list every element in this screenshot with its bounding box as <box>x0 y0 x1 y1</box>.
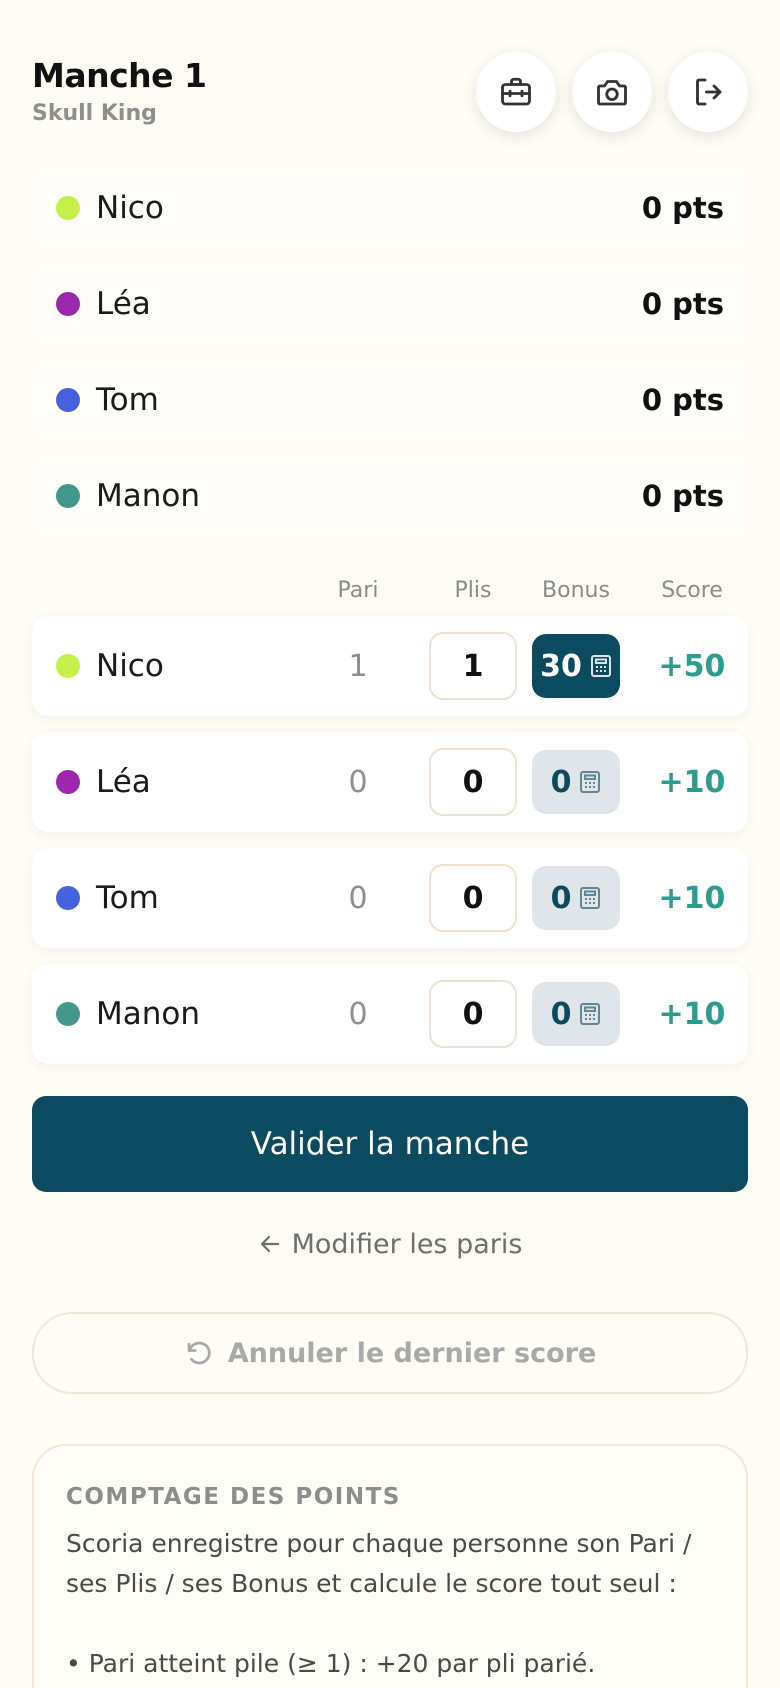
calculator-icon <box>580 887 601 909</box>
player-color-dot <box>56 1002 80 1026</box>
camera-icon <box>597 80 627 106</box>
player-color-dot <box>56 654 80 678</box>
player-points: 0 pts <box>641 191 724 225</box>
table-row: Léa 0 0 0 +10 <box>32 732 748 832</box>
bonus-button[interactable]: 30 <box>532 634 620 698</box>
scoring-info-card: COMPTAGE DES POINTS Scoria enregistre po… <box>32 1444 748 1688</box>
player-name: Léa <box>96 286 151 322</box>
round-score: +10 <box>658 996 726 1032</box>
toolbox-button[interactable] <box>476 52 556 132</box>
logout-icon <box>696 78 722 106</box>
round-header: Manche 1 Skull King <box>32 56 207 126</box>
camera-button[interactable] <box>572 52 652 132</box>
info-text: Scoria enregistre pour chaque personne s… <box>66 1529 692 1598</box>
bonus-button[interactable]: 0 <box>532 982 620 1046</box>
column-header-tricks: Plis <box>454 578 492 603</box>
player-color-dot <box>56 292 80 316</box>
ranking-row: Tom 0 pts <box>32 358 748 442</box>
info-bullet: • Pari atteint pile (≥ 1) : +20 par pli … <box>66 1649 596 1678</box>
round-score: +10 <box>658 880 726 916</box>
player-color-dot <box>56 484 80 508</box>
arrow-left-icon <box>260 1235 279 1253</box>
modify-bids-link[interactable]: Modifier les paris <box>0 1222 780 1266</box>
undo-last-score-button[interactable]: Annuler le dernier score <box>32 1312 748 1394</box>
validate-round-button[interactable]: Valider la manche <box>32 1096 748 1192</box>
bid-value: 0 <box>348 764 368 800</box>
tricks-input[interactable]: 0 <box>429 748 517 816</box>
toolbox-icon <box>501 77 531 106</box>
table-row: Tom 0 0 0 +10 <box>32 848 748 948</box>
page-title: Manche 1 <box>32 56 207 95</box>
player-name: Léa <box>96 764 151 800</box>
info-title: COMPTAGE DES POINTS <box>66 1484 401 1510</box>
bid-value: 0 <box>348 996 368 1032</box>
player-color-dot <box>56 196 80 220</box>
round-score: +50 <box>658 648 726 684</box>
ranking-list: Nico 0 pts Léa 0 pts Tom 0 pts Manon 0 p… <box>32 166 748 550</box>
player-name: Tom <box>96 382 159 418</box>
player-name: Nico <box>96 190 164 226</box>
player-name: Manon <box>96 996 201 1032</box>
bonus-button[interactable]: 0 <box>532 866 620 930</box>
ranking-row: Nico 0 pts <box>32 166 748 250</box>
bonus-value: 0 <box>550 996 572 1032</box>
modify-bids-label: Modifier les paris <box>291 1228 523 1260</box>
game-name: Skull King <box>32 101 157 126</box>
ranking-row: Léa 0 pts <box>32 262 748 346</box>
bid-value: 1 <box>348 648 368 684</box>
column-header-bonus: Bonus <box>542 578 610 603</box>
calculator-icon <box>580 1003 601 1025</box>
player-points: 0 pts <box>641 383 724 417</box>
bonus-value: 30 <box>540 648 582 684</box>
player-points: 0 pts <box>641 287 724 321</box>
bid-value: 0 <box>348 880 368 916</box>
round-score: +10 <box>658 764 726 800</box>
player-name: Manon <box>96 478 201 514</box>
bonus-value: 0 <box>550 764 572 800</box>
player-name: Nico <box>96 648 164 684</box>
logout-button[interactable] <box>668 52 748 132</box>
tricks-input[interactable]: 1 <box>429 632 517 700</box>
player-color-dot <box>56 770 80 794</box>
player-points: 0 pts <box>641 479 724 513</box>
app-screen: Manche 1 Skull King Nico 0 pts Léa 0 pts… <box>0 0 780 1688</box>
table-row: Nico 1 1 30 +50 <box>32 616 748 716</box>
player-color-dot <box>56 388 80 412</box>
player-color-dot <box>56 886 80 910</box>
bonus-button[interactable]: 0 <box>532 750 620 814</box>
score-table: Nico 1 1 30 +50 Léa 0 0 0 +10 Tom 0 0 0 … <box>32 616 748 1080</box>
undo-label: Annuler le dernier score <box>227 1337 597 1369</box>
table-row: Manon 0 0 0 +10 <box>32 964 748 1064</box>
header-actions <box>476 52 748 132</box>
tricks-input[interactable]: 0 <box>429 864 517 932</box>
calculator-icon <box>590 655 611 677</box>
column-header-bid: Pari <box>337 578 379 603</box>
tricks-input[interactable]: 0 <box>429 980 517 1048</box>
player-name: Tom <box>96 880 159 916</box>
calculator-icon <box>580 771 601 793</box>
undo-icon <box>187 1341 211 1365</box>
ranking-row: Manon 0 pts <box>32 454 748 538</box>
column-header-score: Score <box>661 578 723 603</box>
bonus-value: 0 <box>550 880 572 916</box>
